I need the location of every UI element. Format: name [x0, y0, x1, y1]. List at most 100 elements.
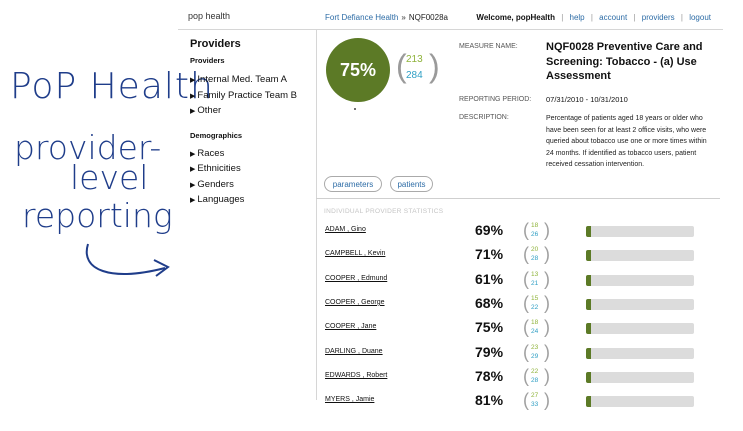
sidebar-item-genders[interactable]: ▶ Genders [190, 179, 310, 195]
provider-progress-bar [586, 298, 694, 310]
provider-fraction: (13 21) [523, 268, 550, 289]
provider-denominator: 21 [531, 279, 539, 287]
breadcrumb-measure: NQF0028a [408, 13, 448, 22]
provider-fraction: (18 24) [523, 317, 550, 338]
provider-progress-bar [586, 323, 694, 335]
sidebar: Providers Providers ▶ Internal Med. Team … [190, 38, 310, 210]
provider-progress-fill [586, 396, 592, 408]
patients-button[interactable]: patients [390, 176, 433, 192]
provider-progress-bar [586, 347, 694, 359]
provider-name-link[interactable]: ADAM , Gino [325, 226, 366, 233]
provider-name-link[interactable]: COOPER , Jane [325, 323, 376, 330]
provider-percentage: 81% [475, 392, 504, 409]
top-links: Welcome, popHealth | help | account | pr… [476, 13, 711, 22]
handwritten-line-3: level [70, 158, 149, 197]
provider-group-list: ▶ Internal Med. Team A ▶ Family Practice T… [190, 74, 310, 121]
provider-percentage: 71% [475, 246, 504, 263]
sidebar-item-family-practice[interactable]: ▶ Family Practice Team B [190, 90, 310, 106]
provider-progress-bar [586, 226, 694, 237]
provider-percentage: 79% [475, 343, 504, 360]
provider-name-link[interactable]: COOPER , George [325, 299, 385, 306]
expand-triangle-icon: ▶ [190, 108, 196, 115]
account-link[interactable]: account [599, 13, 627, 22]
provider-row: COOPER , George 68% (15 22) [178, 293, 723, 317]
provider-fraction: (20 28) [523, 244, 550, 265]
pophealth-app: pop health Fort Defiance Health» NQF0028a… [178, 0, 723, 415]
sidebar-item-internal-med[interactable]: ▶ Internal Med. Team A [190, 74, 310, 90]
provider-name-link[interactable]: CAMPBELL , Kevin [325, 250, 385, 257]
provider-denominator: 24 [531, 328, 539, 336]
logo[interactable]: pop health [188, 11, 230, 21]
sidebar-item-other[interactable]: ▶ Other [190, 105, 310, 121]
provider-fraction: (27 33) [523, 390, 550, 411]
provider-name-link[interactable]: DARLING , Duane [325, 348, 383, 355]
reporting-period: 07/31/2010 - 10/31/2010 [546, 95, 628, 104]
provider-numerator: 18 [531, 222, 539, 229]
provider-name-link[interactable]: COOPER , Edmund [325, 275, 387, 282]
provider-numerator: 23 [531, 343, 539, 351]
top-bar: pop health Fort Defiance Health» NQF0028a… [178, 0, 723, 30]
score-dot [354, 108, 356, 110]
breadcrumb-separator: » [401, 13, 406, 22]
providers-link[interactable]: providers [642, 13, 675, 22]
provider-name-link[interactable]: EDWARDS , Robert [325, 372, 387, 379]
expand-triangle-icon: ▶ [190, 150, 196, 158]
provider-numerator: 13 [531, 270, 539, 278]
provider-fraction: (15 22) [523, 292, 550, 313]
measure-name-label: MEASURE NAME: [459, 43, 518, 50]
measure-name: NQF0028 Preventive Care and Screening: T… [546, 41, 703, 82]
description-label: DESCRIPTION: [459, 114, 509, 121]
reporting-period-label: REPORTING PERIOD: [459, 96, 532, 103]
expand-triangle-icon: ▶ [190, 92, 196, 100]
provider-row: COOPER , Edmund 61% (13 21) [178, 269, 723, 293]
provider-row: ADAM , Gino 69% (18 26) [178, 220, 723, 244]
help-link[interactable]: help [570, 13, 585, 22]
providers-heading: Providers [190, 56, 225, 65]
breadcrumb: Fort Defiance Health» NQF0028a [325, 13, 448, 22]
provider-progress-fill [586, 371, 592, 383]
provider-fraction: (18 26) [523, 220, 550, 240]
provider-percentage: 69% [475, 222, 504, 238]
expand-triangle-icon: ▶ [190, 77, 196, 84]
expand-triangle-icon: ▶ [190, 197, 196, 204]
sidebar-item-ethnicities[interactable]: ▶ Ethnicities [190, 163, 310, 179]
provider-percentage: 78% [475, 367, 504, 384]
overall-numerator: 213 [406, 54, 423, 65]
provider-fraction: (23 29) [523, 341, 550, 362]
provider-denominator: 22 [531, 303, 539, 311]
provider-numerator: 20 [531, 246, 539, 254]
provider-progress-fill [586, 226, 592, 237]
provider-row: EDWARDS , Robert 78% (22 28) [178, 366, 723, 390]
demographics-list: ▶ Races ▶ Ethnicities ▶ Genders ▶ Languages [190, 148, 310, 210]
provider-percentage: 61% [475, 270, 504, 287]
overall-fraction: ( 213 284 ) [396, 48, 440, 84]
parameters-button[interactable]: parameters [324, 176, 382, 192]
provider-progress-fill [586, 250, 592, 262]
handwritten-arrow-icon [85, 243, 170, 277]
provider-denominator: 28 [531, 376, 539, 384]
breadcrumb-practice[interactable]: Fort Defiance Health [325, 13, 398, 22]
provider-denominator: 26 [531, 231, 539, 238]
provider-progress-fill [586, 274, 592, 286]
provider-progress-bar [586, 274, 694, 286]
provider-numerator: 18 [531, 319, 539, 327]
provider-progress-bar [586, 371, 694, 383]
provider-denominator: 28 [531, 255, 539, 263]
sidebar-item-races[interactable]: ▶ Races [190, 148, 310, 164]
sidebar-item-languages[interactable]: ▶ Languages [190, 194, 310, 210]
provider-fraction: (22 28) [523, 365, 550, 386]
stats-title: INDIVIDUAL PROVIDER STATISTICS [324, 208, 444, 215]
provider-row: DARLING , Duane 79% (23 29) [178, 342, 723, 366]
provider-progress-fill [586, 323, 592, 335]
provider-row: CAMPBELL , Kevin 71% (20 28) [178, 244, 723, 268]
expand-triangle-icon: ▶ [190, 181, 196, 189]
provider-denominator: 33 [531, 401, 539, 409]
provider-progress-bar [586, 396, 694, 408]
measure-description: Percentage of patients aged 18 years or … [546, 115, 707, 168]
section-divider [316, 198, 720, 199]
logout-link[interactable]: logout [689, 13, 711, 22]
provider-numerator: 22 [531, 367, 539, 375]
provider-name-link[interactable]: MYERS , Jamie [325, 396, 374, 403]
expand-triangle-icon: ▶ [190, 166, 196, 173]
provider-row: COOPER , Jane 75% (18 24) [178, 317, 723, 341]
